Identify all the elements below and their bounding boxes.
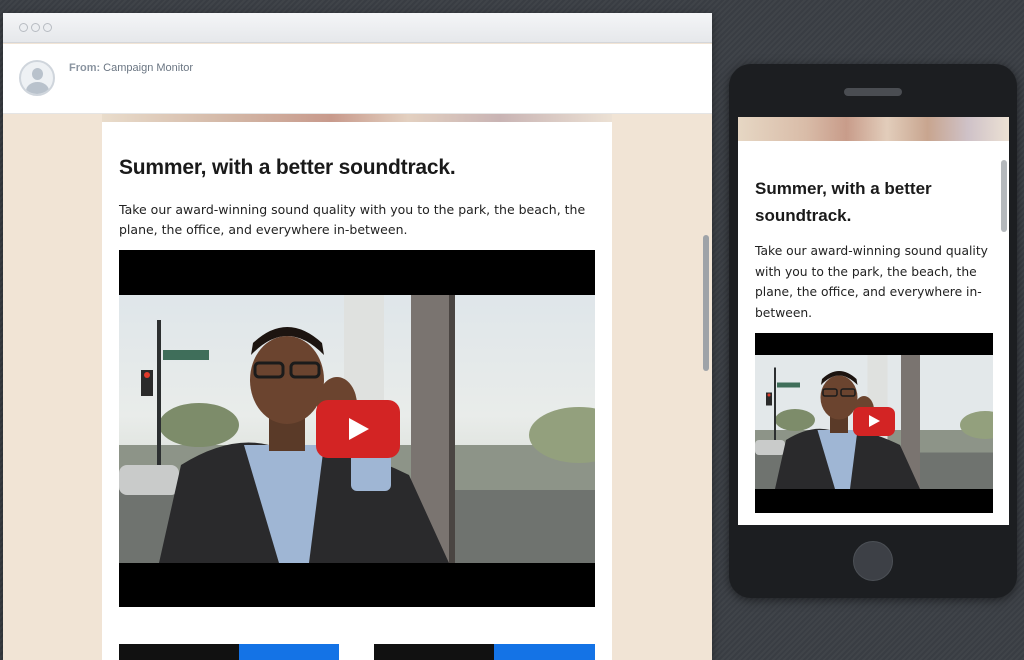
- bottom-button-dark-right[interactable]: [374, 644, 494, 660]
- bottom-button-blue-left[interactable]: [239, 644, 339, 660]
- from-label: From:: [69, 62, 101, 74]
- phone-home-button[interactable]: [853, 541, 893, 581]
- bottom-button-row: [119, 644, 595, 660]
- bottom-button-blue-right[interactable]: [494, 644, 595, 660]
- email-content-card: Summer, with a better soundtrack. Take o…: [102, 122, 612, 660]
- window-zoom-button[interactable]: [43, 23, 52, 32]
- phone-screen: Summer, with a better soundtrack. Take o…: [738, 117, 1009, 525]
- phone-headline: Summer, with a better soundtrack.: [755, 179, 932, 225]
- email-header: From: Campaign Monitor: [3, 44, 712, 114]
- window-titlebar: [3, 13, 712, 43]
- email-body-text: Take our award-winning sound quality wit…: [119, 202, 586, 237]
- bottom-button-dark-left[interactable]: [119, 644, 239, 660]
- video-embed[interactable]: [119, 250, 595, 607]
- phone-youtube-play-icon[interactable]: [853, 407, 895, 436]
- window-close-button[interactable]: [19, 23, 28, 32]
- phone-body-text: Take our award-winning sound quality wit…: [755, 244, 988, 320]
- from-sender: Campaign Monitor: [103, 62, 194, 74]
- email-body-area: Summer, with a better soundtrack. Take o…: [3, 114, 712, 660]
- phone-speaker: [844, 88, 902, 96]
- desktop-email-window: From: Campaign Monitor Summer, with a bet…: [3, 13, 712, 660]
- phone-hero-image: [738, 117, 1009, 141]
- avatar-icon: [19, 60, 55, 96]
- youtube-play-icon[interactable]: [316, 400, 400, 458]
- email-headline: Summer, with a better soundtrack.: [119, 156, 456, 179]
- phone-video-embed[interactable]: [755, 333, 993, 513]
- from-line: From: Campaign Monitor: [69, 62, 193, 74]
- desktop-scrollbar[interactable]: [703, 235, 709, 371]
- phone-scrollbar[interactable]: [1001, 160, 1007, 232]
- phone-device: Summer, with a better soundtrack. Take o…: [729, 64, 1017, 598]
- hero-image-strip: [102, 114, 612, 122]
- window-minimize-button[interactable]: [31, 23, 40, 32]
